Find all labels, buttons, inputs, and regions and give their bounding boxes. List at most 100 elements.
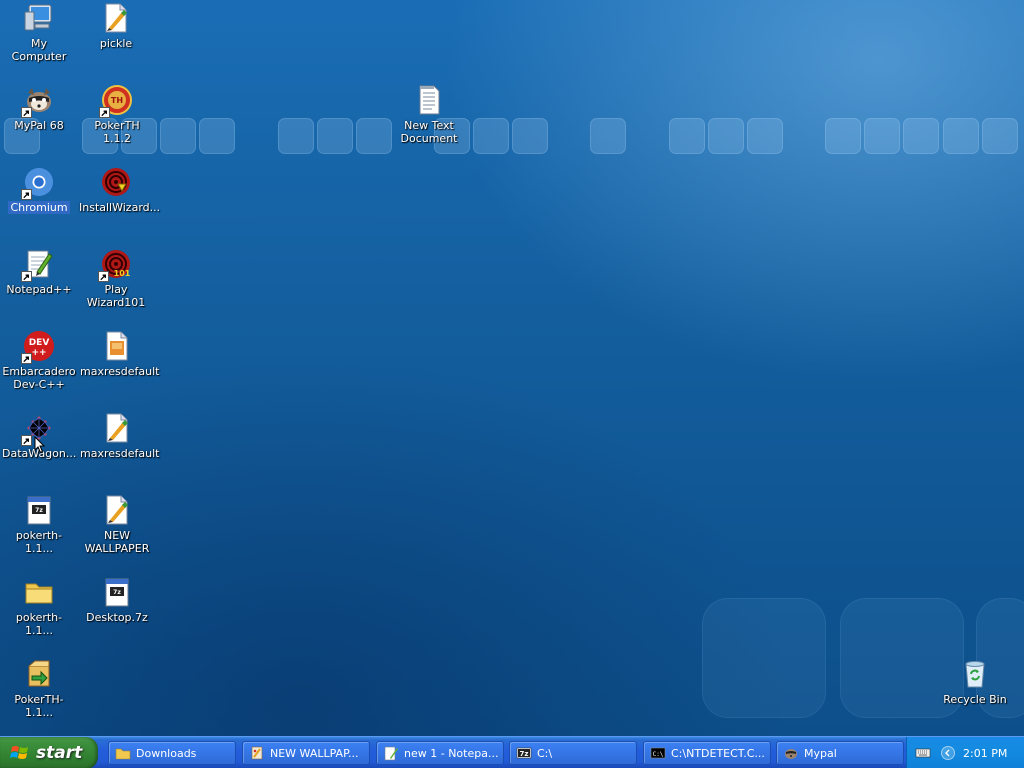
svg-text:7z: 7z <box>35 507 43 514</box>
icon-label: Recycle Bin <box>943 693 1007 706</box>
icon-label: My Computer <box>11 37 67 63</box>
7zip-icon: 7z <box>516 745 532 761</box>
desktop-icon-recycle-bin[interactable]: Recycle Bin <box>936 656 1014 732</box>
icon-label: Embarcadero Dev-C++ <box>2 365 76 391</box>
task-label: C:\NTDETECT.C... <box>671 746 765 760</box>
text-document-icon <box>413 84 445 116</box>
desktop-icon-devcpp[interactable]: DEV ++ Embarcadero Dev-C++ <box>0 328 78 404</box>
wallpaper-decoration <box>825 118 861 154</box>
wallpaper-decoration <box>747 118 783 154</box>
windows-logo-icon <box>10 746 28 759</box>
task-label: new 1 - Notepa... <box>404 746 499 760</box>
icon-label: pickle <box>99 37 133 50</box>
wallpaper-decoration <box>864 118 900 154</box>
icon-label: MyPal 68 <box>14 119 64 132</box>
desktop-icon-desktop-7z[interactable]: 7z Desktop.7z <box>78 574 156 650</box>
desktop-icon-maxresdefault-1[interactable]: maxresdefault <box>78 328 159 404</box>
desktop-icon-new-wallpaper[interactable]: NEW WALLPAPER <box>78 492 156 568</box>
shortcut-arrow-icon <box>21 353 32 364</box>
svg-text:101: 101 <box>114 269 131 278</box>
keyboard-icon[interactable] <box>915 745 931 761</box>
desktop-icon-play-wizard101[interactable]: 101 Play Wizard101 <box>77 246 155 322</box>
shortcut-arrow-icon <box>21 107 32 118</box>
image-file-icon-2 <box>101 330 133 362</box>
desktop-icon-notepadpp[interactable]: Notepad++ <box>0 246 78 322</box>
icon-label: PokerTH-1.1... <box>14 693 64 719</box>
task-label: NEW WALLPAP... <box>270 746 359 760</box>
svg-text:C:\: C:\ <box>653 751 664 758</box>
wallpaper-decoration <box>982 118 1018 154</box>
raccoon-icon <box>21 84 55 118</box>
icon-label: Chromium <box>8 201 70 214</box>
icon-label: pokerth-1.1... <box>15 529 63 555</box>
console-icon: C:\ <box>650 745 666 761</box>
desktop-icon-maxresdefault-2[interactable]: maxresdefault <box>78 410 160 486</box>
wizard101-icon: 101 <box>98 248 132 282</box>
wallpaper-decoration <box>669 118 705 154</box>
svg-text:7z: 7z <box>520 750 529 758</box>
chromium-icon <box>21 166 55 200</box>
clock[interactable]: 2:01 PM <box>963 747 1007 760</box>
taskbar-button-paint[interactable]: NEW WALLPAP... <box>242 741 370 765</box>
wizard-swirl-icon <box>100 166 132 198</box>
taskbar-button-7zip[interactable]: 7z C:\ <box>509 741 637 765</box>
svg-text:7z: 7z <box>113 589 121 596</box>
desktop-icon-chromium[interactable]: Chromium <box>0 164 78 240</box>
wallpaper-decoration <box>702 598 826 718</box>
icon-label: NEW WALLPAPER <box>84 529 150 555</box>
desktop-icon-pokerth-folder[interactable]: pokerth-1.1... <box>0 574 78 650</box>
notepadpp-icon <box>383 745 399 761</box>
task-label: C:\ <box>537 746 553 760</box>
shortcut-arrow-icon <box>99 107 110 118</box>
installer-icon <box>23 658 55 690</box>
icon-label: Play Wizard101 <box>86 283 146 309</box>
mouse-cursor-icon <box>34 436 46 454</box>
taskbar: start Downloads NEW WALLPAP... new 1 - N… <box>0 736 1024 768</box>
archive-file-icon: 7z <box>23 494 55 526</box>
start-button[interactable]: start <box>0 737 98 768</box>
desktop-icon-my-computer[interactable]: My Computer <box>0 0 78 76</box>
taskbar-button-console[interactable]: C:\ C:\NTDETECT.C... <box>643 741 771 765</box>
desktop-icon-installwizard[interactable]: InstallWizard... <box>77 164 161 240</box>
desktop-icon-pickle[interactable]: pickle <box>77 0 155 76</box>
taskbar-button-downloads[interactable]: Downloads <box>108 741 236 765</box>
show-hidden-icons-button[interactable] <box>941 746 955 760</box>
wallpaper-decoration <box>356 118 392 154</box>
paint-icon <box>249 745 265 761</box>
folder-icon <box>115 745 131 761</box>
start-label: start <box>36 743 83 763</box>
desktop-icon-pokerth-installer[interactable]: PokerTH-1.1... <box>0 656 78 732</box>
wallpaper-decoration <box>278 118 314 154</box>
icon-label: InstallWizard... <box>79 201 161 214</box>
desktop-icon-pokerth[interactable]: TH PokerTH 1.1.2 <box>78 82 156 158</box>
svg-text:DEV: DEV <box>29 338 50 348</box>
computer-icon <box>23 2 55 34</box>
taskbar-button-mypal[interactable]: Mypal <box>776 741 904 765</box>
notepadpp-icon <box>21 248 55 282</box>
shortcut-arrow-icon <box>21 271 32 282</box>
icon-label: Desktop.7z <box>86 611 148 624</box>
devcpp-icon: DEV ++ <box>21 330 55 364</box>
wallpaper-decoration <box>317 118 353 154</box>
wallpaper-decoration <box>512 118 548 154</box>
folder-icon <box>23 576 55 608</box>
pokerth-icon: TH <box>99 84 133 118</box>
image-file-icon <box>101 494 133 526</box>
desktop-icon-mypal[interactable]: MyPal 68 <box>0 82 78 158</box>
shortcut-arrow-icon <box>98 271 109 282</box>
wallpaper-decoration <box>708 118 744 154</box>
taskbar-button-notepadpp[interactable]: new 1 - Notepa... <box>376 741 504 765</box>
wallpaper-decoration <box>590 118 626 154</box>
image-file-icon <box>101 412 133 444</box>
icon-label: pokerth-1.1... <box>15 611 63 637</box>
system-tray: 2:01 PM <box>906 737 1024 768</box>
image-file-icon <box>100 2 132 34</box>
desktop-icon-pokerth-archive[interactable]: 7z pokerth-1.1... <box>0 492 78 568</box>
icon-label: maxresdefault <box>80 447 160 460</box>
desktop[interactable]: My Computer pickle MyPal 68 TH PokerTH 1… <box>0 0 1024 736</box>
task-label: Mypal <box>804 746 837 760</box>
recycle-bin-icon <box>959 658 991 690</box>
task-label: Downloads <box>136 746 197 760</box>
svg-text:TH: TH <box>111 96 123 105</box>
desktop-icon-new-text-document[interactable]: New Text Document <box>390 82 468 158</box>
